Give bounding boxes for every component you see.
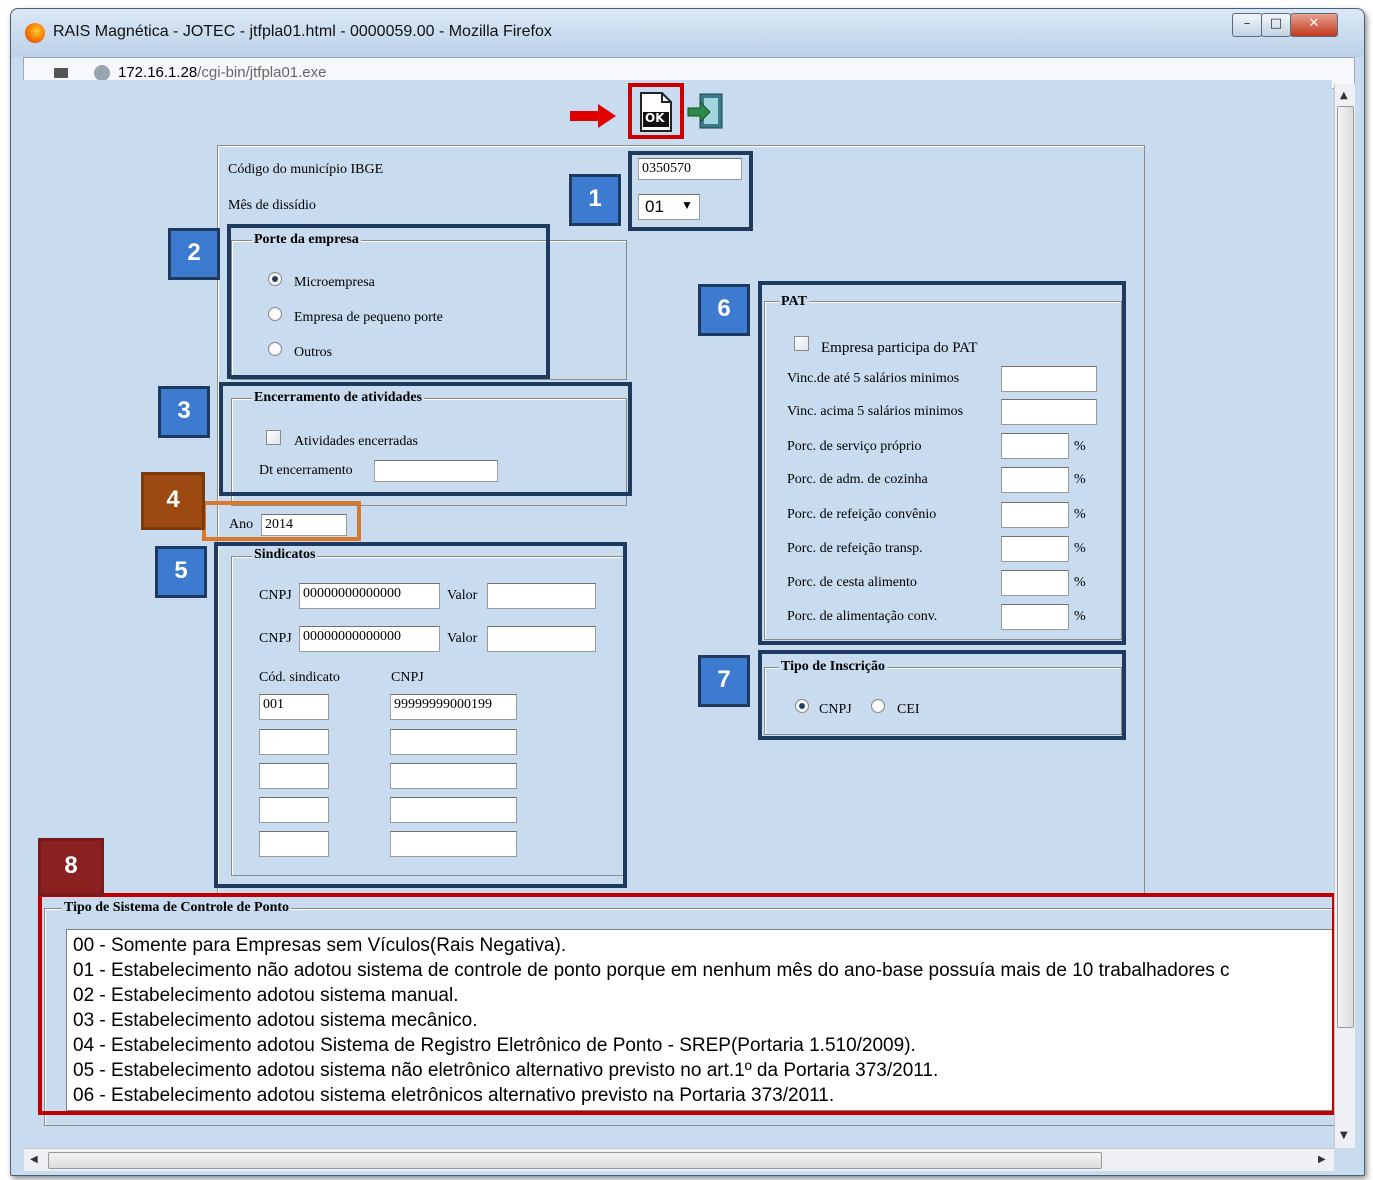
annotation-box-6 [758,281,1126,645]
close-button[interactable]: ✕ [1290,13,1338,37]
ibge-label: Código do município IBGE [228,162,384,177]
annotation-badge-2: 2 [168,228,220,280]
scroll-right-icon[interactable]: ▶ [1318,1154,1326,1165]
scroll-down-icon[interactable]: ▼ [1340,1130,1348,1141]
annotation-badge-7: 7 [698,655,750,707]
annotation-box-1 [628,151,753,231]
vertical-scroll-thumb[interactable] [1337,106,1354,1028]
annotation-badge-3: 3 [158,386,210,438]
window-title: RAIS Magnética - JOTEC - jtfpla01.html -… [53,23,552,40]
ok-button[interactable]: OK [638,92,674,132]
dissidio-label: Mês de dissídio [228,198,316,213]
sidebar-icon[interactable] [54,68,68,78]
annotation-box-8 [38,893,1336,1115]
ok-label: OK [645,111,665,125]
title-bar: RAIS Magnética - JOTEC - jtfpla01.html -… [11,9,1364,57]
vertical-scrollbar[interactable]: ▲ ▼ [1334,84,1355,1148]
annotation-badge-4: 4 [141,472,205,530]
annotation-box-7 [758,650,1126,740]
arrow-indicator [570,104,618,128]
annotation-box-4 [202,501,361,541]
annotation-box-3 [219,382,632,496]
annotation-badge-6: 6 [698,284,750,336]
maximize-button[interactable]: □ [1261,13,1291,37]
url-path: /cgi-bin/jtfpla01.exe [197,64,327,81]
annotation-badge-1: 1 [569,174,621,226]
horizontal-scrollbar[interactable]: ◀ ▶ [24,1148,1334,1171]
site-identity-icon[interactable] [94,65,110,81]
annotation-badge-8: 8 [38,838,104,896]
minimize-button[interactable]: – [1232,13,1262,37]
scroll-up-icon[interactable]: ▲ [1340,90,1348,101]
horizontal-scroll-thumb[interactable] [48,1152,1102,1169]
firefox-icon [25,23,45,43]
scroll-left-icon[interactable]: ◀ [30,1154,38,1165]
annotation-badge-5: 5 [155,546,207,598]
url-host: 172.16.1.28 [118,64,198,81]
exit-button[interactable] [686,92,726,132]
annotation-box-2 [227,224,550,379]
exit-icon [687,93,723,129]
url-text[interactable]: 172.16.1.28/cgi-bin/jtfpla01.exe [118,64,327,81]
annotation-box-5 [214,542,627,888]
